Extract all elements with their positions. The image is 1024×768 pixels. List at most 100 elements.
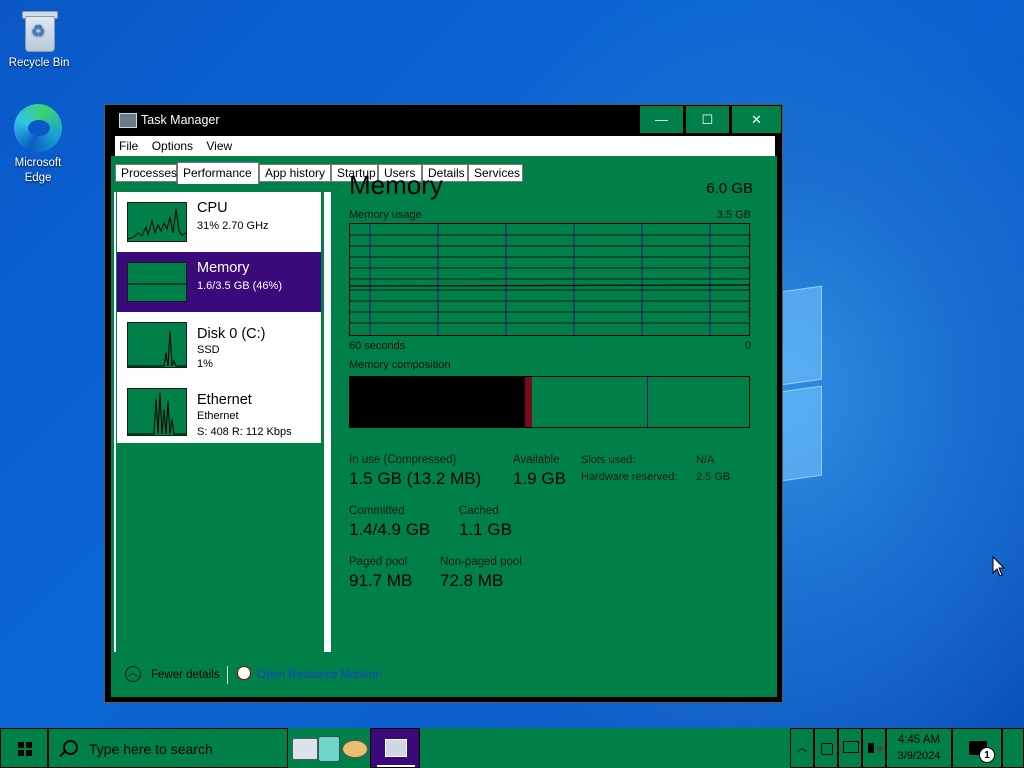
menu-options[interactable]: Options [148,136,199,153]
show-desktop-button[interactable] [1002,728,1024,768]
sidebar-scrollbar[interactable] [324,192,331,652]
taskbar-task-manager[interactable] [370,728,420,768]
clock-time: 4:45 AM [897,734,941,746]
edge-label-line1: Microsoft [14,157,62,169]
tab-performance[interactable]: Performance [177,162,259,184]
sidebar-item-cpu[interactable]: CPU 31% 2.70 GHz [117,192,321,252]
memory-details-panel: Memory 6.0 GB Memory usage 3.5 GB 60 sec… [349,156,759,656]
title-bar[interactable]: Task Manager — ☐ ✕ [105,105,782,135]
committed-value: 1.4/4.9 GB [349,520,431,539]
in-use-label: In use (Compressed) [349,454,457,466]
memory-composition-label: Memory composition [349,359,451,371]
edge-icon [14,104,62,152]
cached-value: 1.1 GB [459,520,512,539]
open-resource-monitor-link[interactable]: Open Resource Monitor [257,669,379,681]
window-title: Task Manager [141,113,220,127]
sidebar-item-disk[interactable]: Disk 0 (C:) SSD 1% [117,318,321,378]
memory-usage-grid [350,224,749,335]
sidebar-item-detail-2: S: 408 R: 112 Kbps [197,426,292,438]
sidebar-item-ethernet[interactable]: Ethernet Ethernet S: 408 R: 112 Kbps [117,384,321,444]
memory-usage-label: Memory usage [349,209,422,221]
sidebar-item-detail: 31% 2.70 GHz [197,220,269,232]
sidebar-left-border [114,192,116,652]
sidebar-item-detail: 1.6/3.5 GB (46%) [197,280,282,292]
tab-processes[interactable]: Processes [115,164,177,182]
taskbar: Type here to search ︿ ✕ 4:45 AM 3/9/2024… [0,728,1024,768]
ethernet-thumbnail-graph [127,388,187,436]
menu-view[interactable]: View [202,136,238,153]
sidebar-item-label: CPU [197,200,228,216]
task-manager-window: Task Manager — ☐ ✕ File Options View Pro… [104,104,783,703]
recycle-bin-label: Recycle Bin [8,57,70,69]
search-placeholder: Type here to search [89,741,213,757]
resource-monitor-icon [237,666,251,680]
minimize-button[interactable]: — [639,105,684,134]
book-app-icon[interactable] [292,738,318,760]
sidebar-item-memory[interactable]: Memory 1.6/3.5 GB (46%) [117,252,321,312]
memory-usage-graph [349,223,750,336]
disk-thumbnail-graph [127,322,187,368]
start-button[interactable] [0,728,48,768]
notification-count-badge: 1 [979,747,995,763]
mouse-cursor-icon [992,556,1006,577]
non-paged-pool-label: Non-paged pool [440,556,522,568]
committed-label: Committed [349,505,405,517]
recycle-bin-desktop-icon[interactable]: ♻ Recycle Bin [1,8,77,71]
paged-pool-label: Paged pool [349,556,408,568]
task-manager-taskbar-icon [385,739,407,757]
slots-used-label: Slots used: [581,454,636,466]
available-value: 1.9 GB [513,469,566,488]
fewer-details-button[interactable]: Fewer details [151,669,219,681]
sidebar-item-detail: SSD [197,344,220,356]
windows-start-icon [18,742,32,756]
in-use-value: 1.5 GB (13.2 MB) [349,469,482,488]
memory-composition-bar [349,376,750,428]
memory-usage-max: 3.5 GB [716,209,751,221]
sidebar-item-label: Ethernet [197,392,252,408]
slots-used-value: N/A [696,454,715,466]
notification-center-button[interactable]: 1 [952,728,1002,768]
volume-muted-icon[interactable]: ✕ [862,728,886,768]
sidebar-item-detail: Ethernet [197,410,239,422]
tab-app-history[interactable]: App history [259,164,331,182]
non-paged-pool-value: 72.8 MB [440,571,504,590]
graph-time-left: 60 seconds [349,340,406,352]
taskbar-clock[interactable]: 4:45 AM 3/9/2024 [886,728,952,768]
memory-thumbnail-graph [127,262,187,302]
graph-time-right: 0 [744,340,751,352]
edge-label-line2: Edge [24,172,52,184]
maximize-button[interactable]: ☐ [685,105,730,134]
memory-heading: Memory [349,170,443,200]
cached-label: Cached [459,505,499,517]
window-content: Processes Performance App history Startu… [111,156,777,697]
meet-now-icon[interactable] [814,728,838,768]
network-icon[interactable] [838,728,862,768]
sidebar-item-label: Disk 0 (C:) [197,326,266,342]
composition-modified [525,377,532,427]
search-icon [63,740,78,755]
active-indicator [377,765,415,767]
recycle-bin-icon: ♻ [19,8,59,52]
performance-sidebar: CPU 31% 2.70 GHz Memory 1.6/3.5 GB (46%)… [117,192,321,443]
footer-separator [227,666,228,684]
composition-standby-divider [647,377,648,427]
edge-desktop-icon[interactable]: Microsoft Edge [0,104,76,186]
menu-bar: File Options View [115,136,775,156]
task-manager-icon [119,113,137,128]
menu-file[interactable]: File [115,136,144,153]
bread-app-icon[interactable] [342,740,368,758]
sidebar-item-detail-2: 1% [197,358,213,370]
taskbar-pinned-apps [290,728,370,768]
luggage-app-icon[interactable] [318,736,340,762]
close-button[interactable]: ✕ [731,105,782,134]
cpu-thumbnail-graph [127,202,187,242]
sidebar-item-label: Memory [197,260,250,276]
paged-pool-value: 91.7 MB [349,571,413,590]
available-label: Available [513,454,560,466]
taskbar-search-box[interactable]: Type here to search [48,728,288,768]
memory-total: 6.0 GB [706,180,753,197]
show-hidden-icons-button[interactable]: ︿ [790,728,814,768]
hardware-reserved-label: Hardware reserved: [581,471,678,483]
hardware-reserved-value: 2.5 GB [696,471,731,483]
chevron-up-icon[interactable]: ︿ [125,666,141,682]
